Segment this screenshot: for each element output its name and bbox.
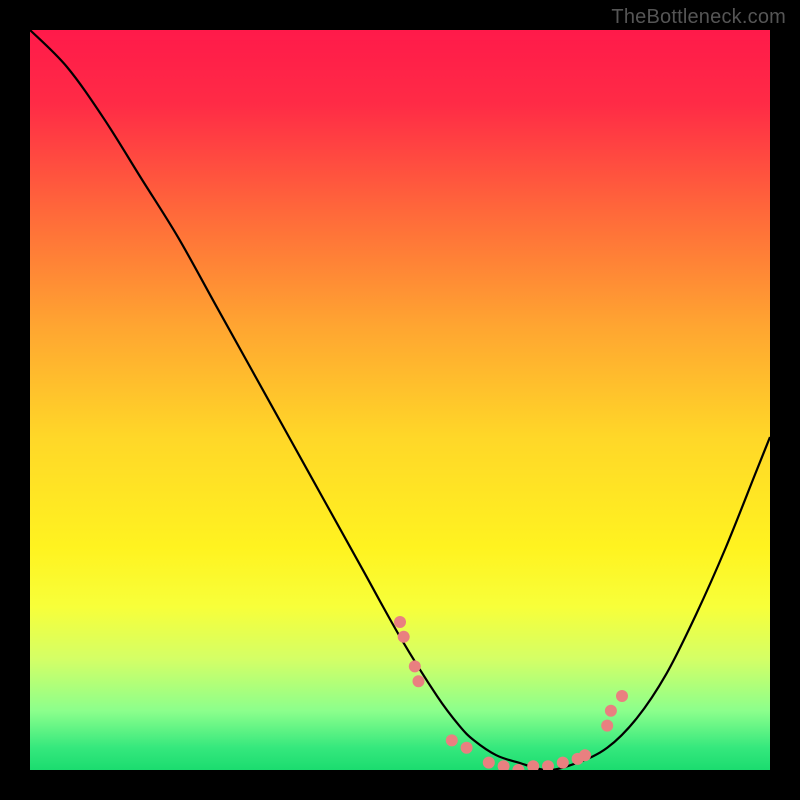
data-marker [413,675,425,687]
data-marker [616,690,628,702]
data-marker [601,720,613,732]
data-marker [398,631,410,643]
data-marker [579,749,591,761]
data-marker [394,616,406,628]
data-marker [557,757,569,769]
watermark-text: TheBottleneck.com [611,6,786,29]
data-marker [446,734,458,746]
data-marker [409,660,421,672]
data-marker [483,757,495,769]
chart-background [30,30,770,770]
data-marker [461,742,473,754]
chart-plot-area [30,30,770,770]
data-marker [605,705,617,717]
chart-svg [30,30,770,770]
